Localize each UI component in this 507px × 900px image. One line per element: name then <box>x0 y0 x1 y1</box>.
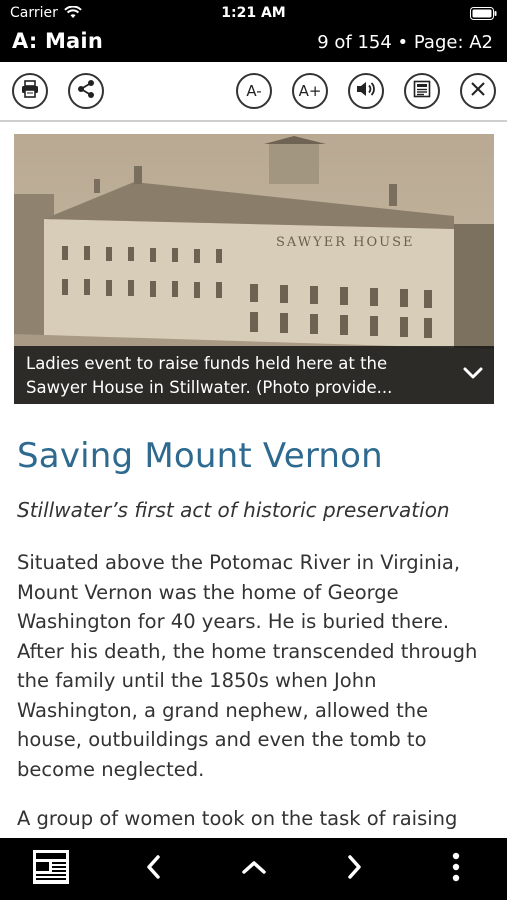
chevron-right-icon <box>347 854 363 884</box>
next-button[interactable] <box>332 846 378 892</box>
font-decrease-button[interactable]: A- <box>236 73 272 109</box>
chevron-down-icon[interactable] <box>462 365 484 384</box>
reader-toolbar: A- A+ <box>0 62 507 122</box>
close-button[interactable] <box>460 73 496 109</box>
pages-button[interactable] <box>28 846 74 892</box>
share-button[interactable] <box>68 73 104 109</box>
printer-icon <box>20 79 40 103</box>
more-vertical-icon <box>452 852 460 886</box>
chevron-left-icon <box>145 854 161 884</box>
article-photo[interactable]: SAWYER HOUSE Ladies event to raise funds… <box>14 134 494 404</box>
top-bar: Carrier 1:21 AM A: Main 9 of 154 • Page:… <box>0 0 507 62</box>
page-indicator: 9 of 154 • Page: A2 <box>317 32 493 53</box>
section-title: A: Main <box>12 29 103 53</box>
building-sign: SAWYER HOUSE <box>276 235 414 250</box>
newspaper-icon <box>412 79 432 103</box>
close-icon <box>469 80 487 102</box>
bottom-nav-bar <box>0 838 507 900</box>
share-icon <box>76 79 96 103</box>
print-button[interactable] <box>12 73 48 109</box>
scroll-top-button[interactable] <box>231 846 277 892</box>
article-headline: Saving Mount Vernon <box>17 436 383 476</box>
newspaper-icon <box>31 848 71 890</box>
more-button[interactable] <box>433 846 479 892</box>
audio-button[interactable] <box>348 73 384 109</box>
article-paragraph: A group of women took on the task of rai… <box>17 807 458 830</box>
caption-text: Ladies event to raise funds held here at… <box>26 354 393 397</box>
photo-caption[interactable]: Ladies event to raise funds held here at… <box>14 346 494 404</box>
status-bar: Carrier 1:21 AM <box>0 0 507 26</box>
font-increase-button[interactable]: A+ <box>292 73 328 109</box>
battery-icon <box>470 7 497 24</box>
chevron-up-icon <box>241 859 267 879</box>
speaker-icon <box>355 79 377 103</box>
article-subhead: Stillwater’s first act of historic prese… <box>17 498 450 522</box>
page-view-button[interactable] <box>404 73 440 109</box>
article-paragraph: Situated above the Potomac River in Virg… <box>17 551 478 781</box>
clock: 1:21 AM <box>221 5 286 21</box>
previous-button[interactable] <box>130 846 176 892</box>
